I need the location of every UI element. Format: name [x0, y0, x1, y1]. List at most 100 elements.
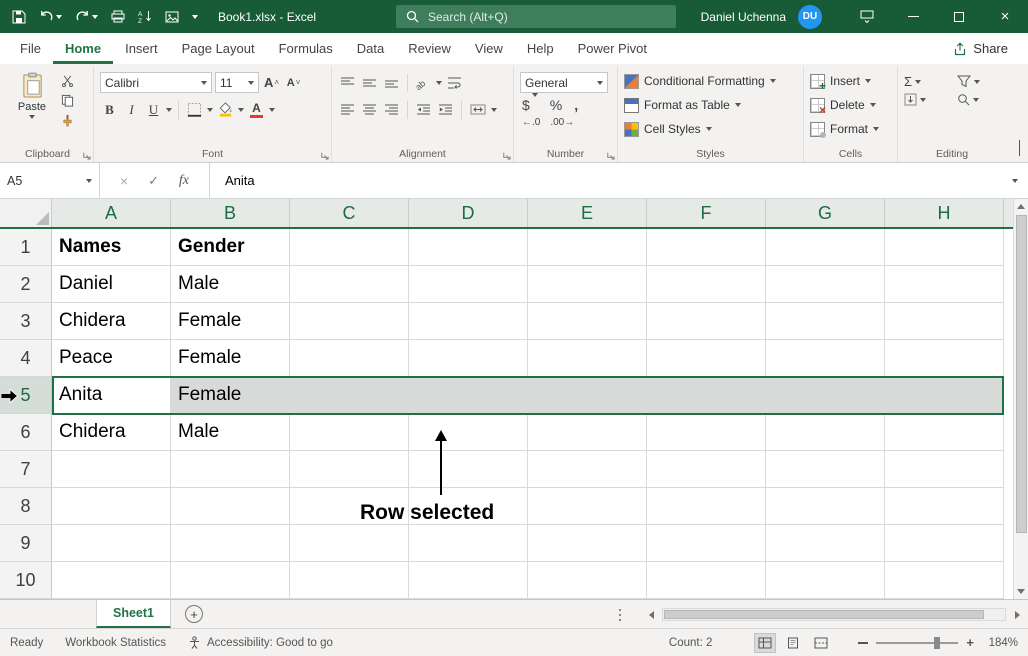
sheet-tab-sheet1[interactable]: Sheet1 [96, 600, 171, 628]
cell-B9[interactable] [171, 525, 290, 562]
row-header-10[interactable]: 10 [0, 562, 52, 599]
orientation-button[interactable]: ab [414, 72, 433, 93]
cell-G8[interactable] [766, 488, 885, 525]
cancel-button[interactable]: × [120, 173, 128, 189]
cell-G6[interactable] [766, 414, 885, 451]
user-avatar[interactable]: DU [798, 5, 822, 29]
cell-A10[interactable] [52, 562, 171, 599]
cell-F3[interactable] [647, 303, 766, 340]
redo-button[interactable] [75, 10, 98, 23]
cell-E1[interactable] [528, 229, 647, 266]
row-header-7[interactable]: 7 [0, 451, 52, 488]
cell-H6[interactable] [885, 414, 1004, 451]
cell-F10[interactable] [647, 562, 766, 599]
undo-dropdown-icon[interactable] [56, 15, 62, 19]
cell-D4[interactable] [409, 340, 528, 377]
format-button[interactable]: Format [810, 117, 891, 141]
cell-F8[interactable] [647, 488, 766, 525]
maximize-button[interactable] [936, 0, 982, 33]
page-break-preview-button[interactable] [810, 633, 832, 653]
cell-G10[interactable] [766, 562, 885, 599]
close-button[interactable]: × [982, 0, 1028, 33]
cell-F6[interactable] [647, 414, 766, 451]
cell-G3[interactable] [766, 303, 885, 340]
cell-D3[interactable] [409, 303, 528, 340]
center-button[interactable] [360, 99, 379, 120]
underline-button[interactable]: U [144, 99, 163, 120]
format-as-table-button[interactable]: Format as Table [624, 93, 797, 117]
tab-file[interactable]: File [8, 33, 53, 64]
cell-H9[interactable] [885, 525, 1004, 562]
cell-E9[interactable] [528, 525, 647, 562]
select-all-button[interactable] [0, 199, 52, 227]
cell-F7[interactable] [647, 451, 766, 488]
undo-button[interactable] [39, 10, 62, 23]
cell-H1[interactable] [885, 229, 1004, 266]
comma-style-button[interactable]: , [574, 97, 578, 113]
cell-D6[interactable] [409, 414, 528, 451]
number-format-select[interactable]: General [520, 72, 608, 93]
cell-G5[interactable] [766, 377, 885, 414]
row-header-6[interactable]: 6 [0, 414, 52, 451]
cell-A2[interactable]: Daniel [52, 266, 171, 303]
scroll-left-icon[interactable] [643, 606, 659, 623]
cell-C9[interactable] [290, 525, 409, 562]
cell-D1[interactable] [409, 229, 528, 266]
cell-A5[interactable]: Anita [52, 377, 171, 414]
increase-decimal-button[interactable]: ←.0 [522, 117, 540, 128]
cell-E4[interactable] [528, 340, 647, 377]
share-button[interactable]: Share [943, 41, 1018, 56]
cell-A8[interactable] [52, 488, 171, 525]
insert-button[interactable]: Insert [810, 69, 891, 93]
cell-B1[interactable]: Gender [171, 229, 290, 266]
scroll-down-icon[interactable] [1014, 584, 1028, 599]
decrease-font-size-button[interactable]: A˅ [284, 72, 303, 93]
wrap-text-button[interactable] [445, 72, 464, 93]
tab-insert[interactable]: Insert [113, 33, 170, 64]
row-header-2[interactable]: 2 [0, 266, 52, 303]
cut-button[interactable] [61, 74, 74, 90]
cell-C4[interactable] [290, 340, 409, 377]
cell-F9[interactable] [647, 525, 766, 562]
cell-E3[interactable] [528, 303, 647, 340]
cell-B3[interactable]: Female [171, 303, 290, 340]
conditional-formatting-button[interactable]: Conditional Formatting [624, 69, 797, 93]
cell-H2[interactable] [885, 266, 1004, 303]
cell-F1[interactable] [647, 229, 766, 266]
orientation-dropdown-icon[interactable] [436, 81, 442, 85]
font-size-select[interactable]: 11 [215, 72, 259, 93]
borders-dropdown-icon[interactable] [207, 108, 213, 112]
copy-button[interactable] [61, 94, 74, 110]
insert-picture-button[interactable] [165, 11, 179, 23]
cell-H4[interactable] [885, 340, 1004, 377]
normal-view-button[interactable] [754, 633, 776, 653]
scroll-up-icon[interactable] [1014, 199, 1028, 214]
tab-power-pivot[interactable]: Power Pivot [566, 33, 659, 64]
col-header-A[interactable]: A [52, 199, 171, 227]
cell-D2[interactable] [409, 266, 528, 303]
middle-align-button[interactable] [360, 72, 379, 93]
page-layout-view-button[interactable] [782, 633, 804, 653]
bottom-align-button[interactable] [382, 72, 401, 93]
accessibility-status[interactable]: Accessibility: Good to go [188, 636, 333, 649]
format-painter-button[interactable] [61, 114, 74, 130]
col-header-H[interactable]: H [885, 199, 1004, 227]
cell-C2[interactable] [290, 266, 409, 303]
cell-C7[interactable] [290, 451, 409, 488]
ribbon-display-options-button[interactable] [844, 0, 890, 33]
tab-splitter-handle[interactable] [619, 609, 621, 611]
cell-H8[interactable] [885, 488, 1004, 525]
formula-input[interactable]: Anita [210, 163, 1002, 198]
bold-button[interactable]: B [100, 99, 119, 120]
search-input[interactable]: Search (Alt+Q) [396, 5, 676, 28]
number-dialog-launcher[interactable] [606, 151, 615, 160]
fill-color-dropdown-icon[interactable] [238, 108, 244, 112]
increase-font-size-button[interactable]: A˄ [262, 72, 281, 93]
cell-C6[interactable] [290, 414, 409, 451]
paste-button[interactable]: Paste [8, 69, 56, 130]
tab-data[interactable]: Data [345, 33, 396, 64]
cell-H7[interactable] [885, 451, 1004, 488]
row-header-9[interactable]: 9 [0, 525, 52, 562]
cell-F4[interactable] [647, 340, 766, 377]
cell-B6[interactable]: Male [171, 414, 290, 451]
